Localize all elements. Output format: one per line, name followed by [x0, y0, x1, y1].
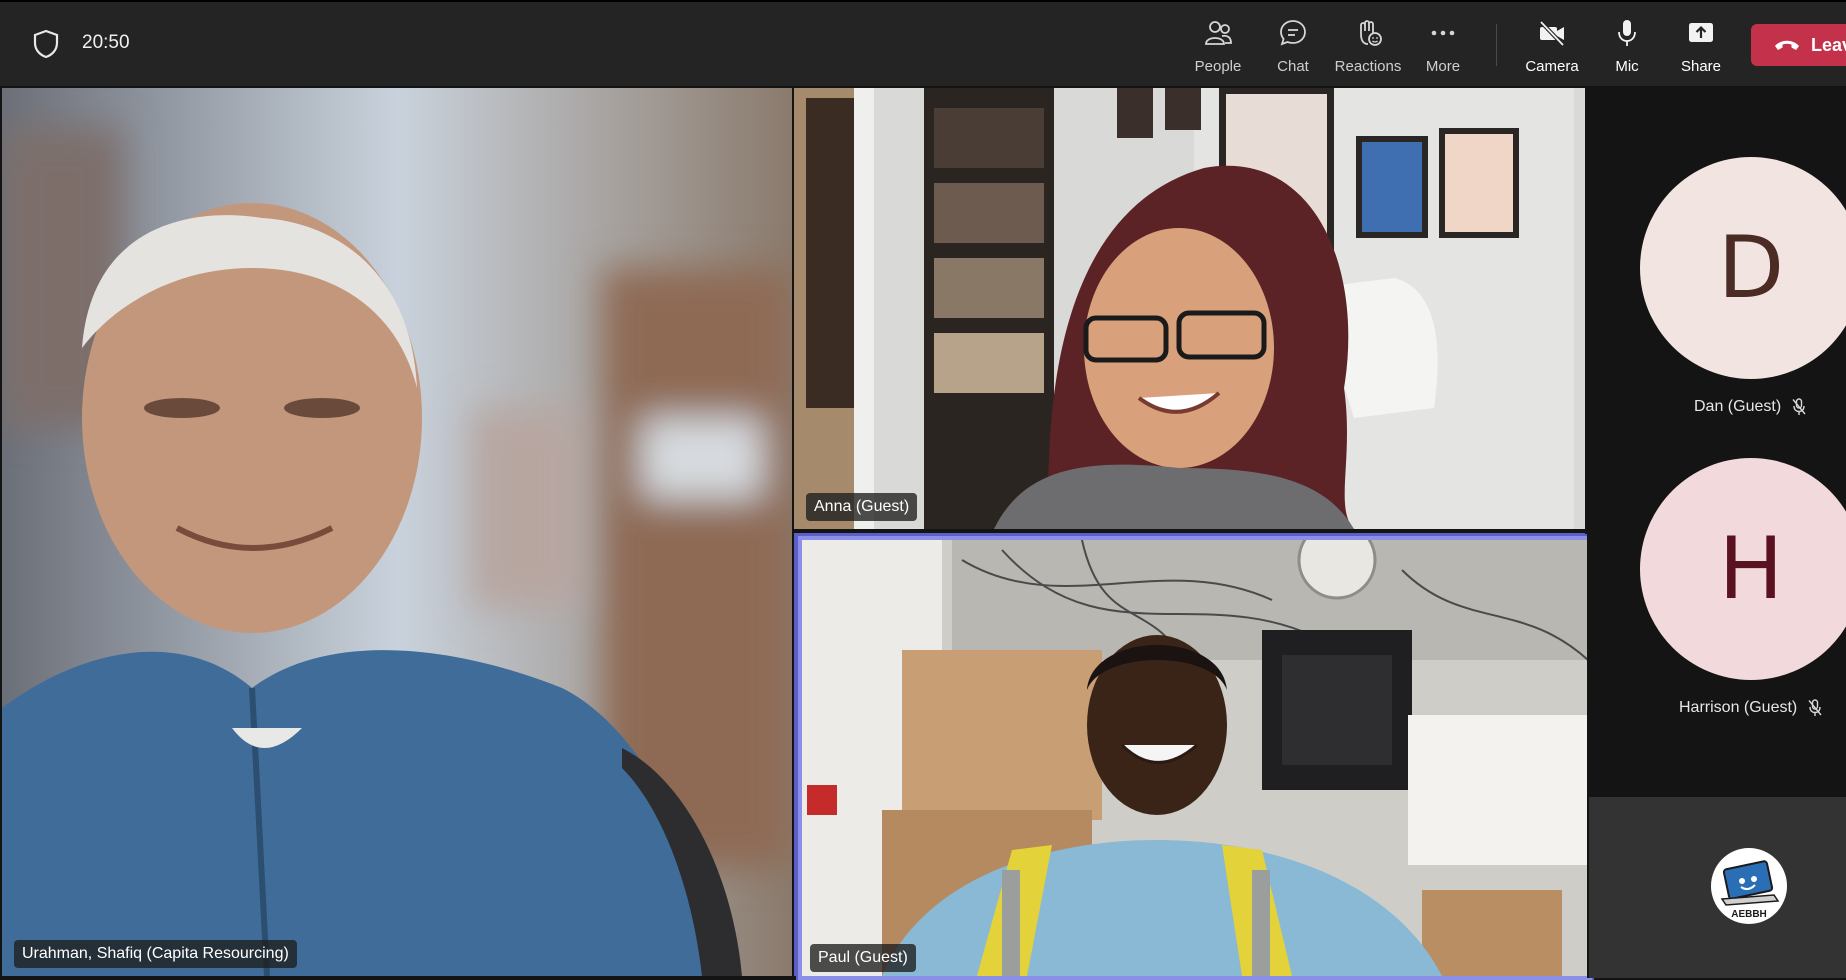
video-tile-urahman[interactable]: Urahman, Shafiq (Capita Resourcing): [2, 88, 792, 976]
meeting-timer: 20:50: [82, 32, 130, 53]
participant-video: [794, 88, 1585, 529]
meeting-toolbar: 20:50 People Chat Reactions More Camera …: [0, 0, 1846, 86]
raise-hand-icon: [1360, 20, 1382, 46]
avatar-initial: D: [1717, 218, 1785, 318]
shield-icon: [33, 29, 59, 59]
share-button[interactable]: Share: [1665, 16, 1737, 76]
leave-label: Leav: [1811, 34, 1846, 55]
share-screen-icon: [1689, 23, 1713, 42]
mic-muted-icon: [1808, 699, 1822, 716]
participant-name-tag: Paul (Guest): [810, 944, 916, 972]
participant-video: [2, 88, 792, 976]
people-label: People: [1194, 58, 1242, 75]
share-label: Share: [1680, 58, 1722, 75]
reactions-label: Reactions: [1334, 58, 1402, 75]
participant-name-label: Dan (Guest): [1694, 398, 1782, 415]
camera-label: Camera: [1525, 58, 1579, 75]
self-avatar-logo: AEBBH: [1711, 848, 1787, 924]
microphone-icon: [1618, 20, 1636, 46]
reactions-button[interactable]: Reactions: [1332, 16, 1404, 76]
toolbar-divider: [1496, 24, 1497, 66]
logo-text: AEBBH: [1731, 909, 1767, 920]
hang-up-icon: [1775, 40, 1799, 50]
camera-off-icon: [1539, 20, 1565, 47]
participant-name-harrison: Harrison (Guest): [1679, 699, 1823, 717]
participant-name-tag: Urahman, Shafiq (Capita Resourcing): [14, 940, 297, 968]
more-dots-icon: [1431, 30, 1455, 36]
participant-name-dan: Dan (Guest): [1694, 398, 1807, 416]
more-label: More: [1425, 58, 1461, 75]
more-button[interactable]: More: [1407, 16, 1479, 76]
video-tile-paul[interactable]: Paul (Guest): [796, 534, 1594, 980]
chat-icon: [1280, 20, 1306, 46]
camera-button[interactable]: Camera: [1516, 16, 1588, 76]
mic-button[interactable]: Mic: [1591, 16, 1663, 76]
people-button[interactable]: People: [1182, 16, 1254, 76]
avatar[interactable]: H: [1640, 458, 1846, 680]
mic-label: Mic: [1615, 58, 1639, 75]
people-icon: [1205, 21, 1232, 45]
laptop-logo-icon: AEBBH: [1720, 860, 1780, 920]
chat-label: Chat: [1277, 58, 1309, 75]
mic-muted-icon: [1792, 398, 1806, 415]
chat-button[interactable]: Chat: [1257, 16, 1329, 76]
participant-video: [802, 540, 1588, 976]
participant-name-tag: Anna (Guest): [806, 493, 918, 521]
video-tile-anna[interactable]: Anna (Guest): [794, 88, 1585, 529]
avatar-initial: H: [1718, 519, 1784, 619]
avatar[interactable]: D: [1640, 157, 1846, 379]
leave-button[interactable]: Leav: [1751, 24, 1846, 66]
participant-name-label: Harrison (Guest): [1679, 699, 1798, 716]
